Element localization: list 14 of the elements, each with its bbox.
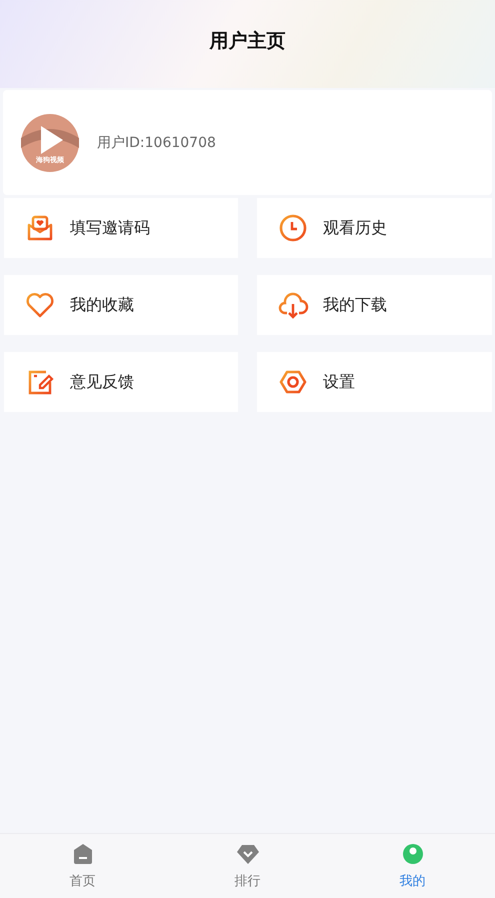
menu-item[interactable]: 填写邀请码 xyxy=(4,198,238,258)
tab[interactable]: 排行 xyxy=(165,834,330,898)
menu-item[interactable]: 观看历史 xyxy=(257,198,492,258)
user-id: 用户ID:10610708 xyxy=(97,134,216,152)
tab[interactable]: 首页 xyxy=(0,834,165,898)
diamond-icon xyxy=(236,842,260,866)
page-title: 用户主页 xyxy=(210,29,286,54)
tab[interactable]: 我的 xyxy=(330,834,495,898)
menu-item[interactable]: 我的下载 xyxy=(257,275,492,335)
clock-icon xyxy=(277,212,309,244)
menu-item[interactable]: 我的收藏 xyxy=(4,275,238,335)
menu-item[interactable]: 设置 xyxy=(257,352,492,412)
menu-item[interactable]: 意见反馈 xyxy=(4,352,238,412)
person-icon xyxy=(400,842,424,866)
